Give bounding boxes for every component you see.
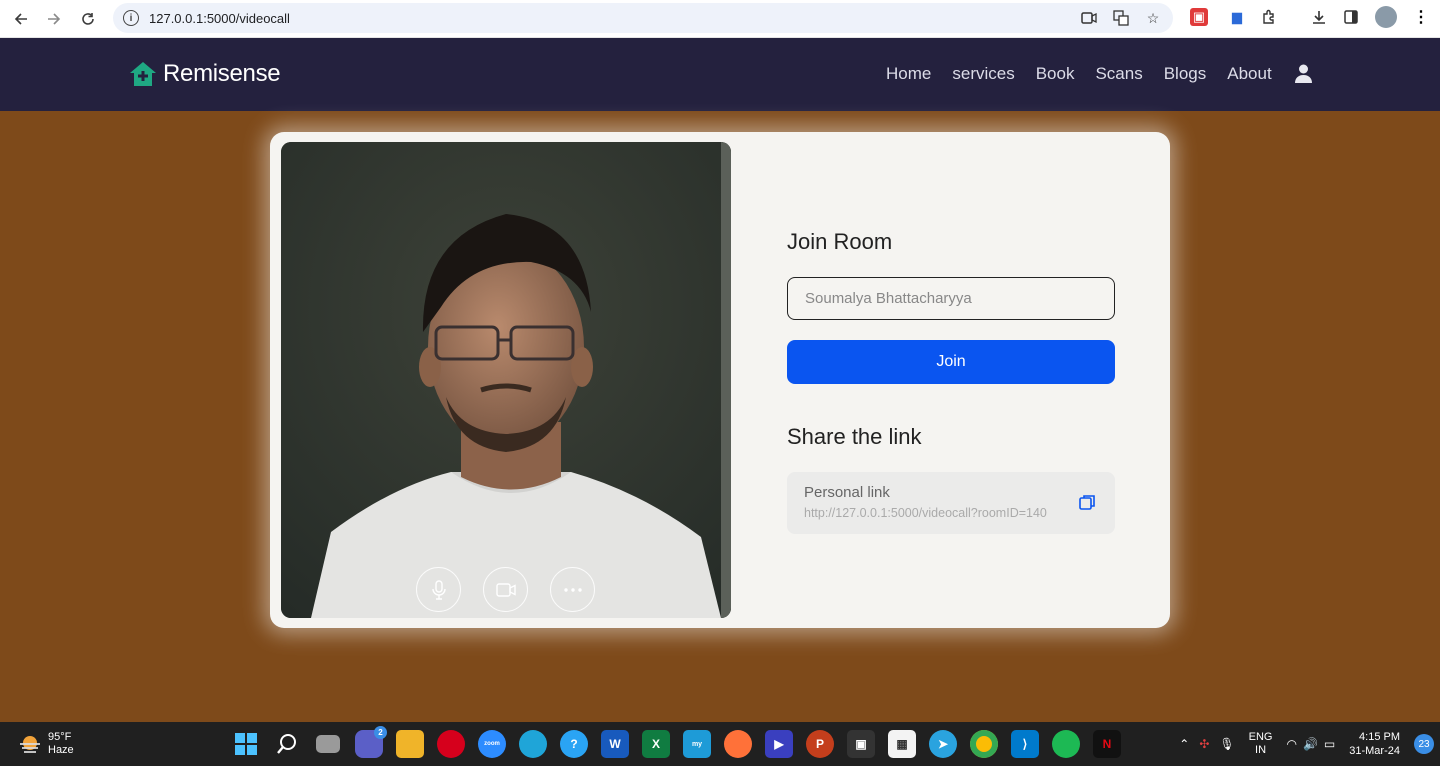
weather-temp: 95°F — [48, 731, 72, 743]
telegram-icon[interactable]: ➤ — [929, 730, 957, 758]
nav-blogs[interactable]: Blogs — [1164, 64, 1207, 84]
local-video-preview — [281, 142, 731, 618]
name-input[interactable] — [787, 277, 1115, 320]
share-link-heading: Share the link — [787, 424, 922, 449]
tray-overflow-icon[interactable]: ⌃ — [1179, 737, 1189, 751]
myapp-icon[interactable]: my — [683, 730, 711, 758]
browser-menu-icon[interactable]: ⋮ — [1410, 6, 1432, 28]
clock-date: 31-Mar-24 — [1349, 745, 1400, 757]
zoom-icon[interactable]: zoom — [478, 730, 506, 758]
weather-widget[interactable]: 95°F Haze — [18, 731, 74, 757]
extension-screen-icon[interactable]: ▆ — [1226, 6, 1248, 28]
store-icon[interactable]: ▦ — [888, 730, 916, 758]
spotify-icon[interactable] — [1052, 730, 1080, 758]
task-view-icon[interactable] — [316, 735, 340, 753]
netflix-icon[interactable]: N — [1093, 730, 1121, 758]
nav-book[interactable]: Book — [1036, 64, 1075, 84]
copy-icon[interactable] — [1079, 494, 1096, 516]
extensions-puzzle-icon[interactable] — [1258, 6, 1280, 28]
brand-logo[interactable]: Remisense — [129, 60, 281, 88]
reload-icon[interactable] — [75, 6, 101, 32]
site-info-icon[interactable]: i — [123, 10, 139, 26]
brand-name: Remisense — [163, 60, 281, 87]
nav-scans[interactable]: Scans — [1095, 64, 1142, 84]
mic-icon — [431, 579, 446, 600]
media-app-icon[interactable]: ▶ — [765, 730, 793, 758]
camera-toggle-button[interactable] — [483, 567, 528, 612]
tray-mic-icon[interactable]: 🎙 — [1219, 737, 1234, 751]
file-explorer-icon[interactable] — [396, 730, 424, 758]
personal-link-url[interactable]: http://127.0.0.1:5000/videocall?roomID=1… — [804, 506, 1064, 520]
haze-icon — [20, 736, 40, 753]
firefox-icon[interactable] — [724, 730, 752, 758]
user-icon[interactable] — [1295, 64, 1312, 88]
excel-icon[interactable]: X — [642, 730, 670, 758]
nav-about[interactable]: About — [1227, 64, 1271, 84]
personal-link-box: Personal link http://127.0.0.1:5000/vide… — [787, 472, 1115, 534]
house-plus-icon — [130, 62, 156, 86]
dev-tool-icon[interactable]: ▣ — [847, 730, 875, 758]
help-icon[interactable]: ? — [560, 730, 588, 758]
bookmark-star-icon[interactable]: ☆ — [1143, 8, 1163, 28]
volume-icon[interactable]: 🔊 — [1303, 737, 1318, 751]
battery-icon[interactable]: ▭ — [1324, 737, 1335, 751]
weather-desc: Haze — [48, 744, 74, 756]
main-nav: Home services Book Scans Blogs About — [886, 64, 1272, 84]
language-indicator[interactable]: ENG IN — [1249, 731, 1273, 757]
clock[interactable]: 4:15 PM 31-Mar-24 — [1349, 730, 1400, 758]
windows-taskbar: 95°F Haze 2 zoom ? W X my ▶ P ▣ ▦ ➤ ⟩ N — [0, 722, 1440, 766]
video-controls — [416, 567, 595, 612]
join-room-heading: Join Room — [787, 229, 893, 254]
address-bar[interactable]: i 127.0.0.1:5000/videocall ☆ — [113, 3, 1173, 33]
more-options-button[interactable] — [550, 567, 595, 612]
teams-chat-icon[interactable]: 2 — [355, 726, 387, 758]
download-icon[interactable] — [1308, 6, 1330, 28]
back-icon[interactable] — [8, 6, 34, 32]
taskbar-apps: 2 zoom ? W X my ▶ P ▣ ▦ ➤ ⟩ N — [232, 726, 1121, 758]
side-panel-icon[interactable] — [1340, 6, 1362, 28]
translate-icon[interactable] — [1111, 8, 1131, 28]
camera-icon — [495, 582, 516, 597]
more-icon — [563, 587, 582, 592]
start-windows-icon[interactable] — [232, 730, 260, 758]
powerpoint-icon[interactable]: P — [806, 730, 834, 758]
search-icon[interactable] — [273, 730, 301, 758]
nav-services[interactable]: services — [952, 64, 1014, 84]
word-icon[interactable]: W — [601, 730, 629, 758]
notification-badge[interactable]: 23 — [1414, 734, 1434, 754]
join-button[interactable]: Join — [787, 340, 1115, 384]
wifi-icon[interactable]: ◠ — [1286, 737, 1296, 751]
edge-icon[interactable] — [519, 730, 547, 758]
site-header: Remisense Home services Book Scans Blogs… — [0, 38, 1440, 111]
chat-badge: 2 — [374, 726, 387, 739]
camera-permission-icon[interactable] — [1079, 8, 1099, 28]
personal-link-label: Personal link — [804, 484, 890, 501]
chrome-icon[interactable] — [970, 730, 998, 758]
clock-time: 4:15 PM — [1359, 731, 1400, 743]
mic-toggle-button[interactable] — [416, 567, 461, 612]
tray-app-icon[interactable]: ✣ — [1199, 737, 1209, 751]
browser-toolbar: i 127.0.0.1:5000/videocall ☆ ▣ ▆ ⋮ — [0, 0, 1440, 38]
forward-icon[interactable] — [41, 6, 67, 32]
nav-home[interactable]: Home — [886, 64, 931, 84]
language-top: ENG — [1248, 731, 1273, 743]
extension-pdf-icon[interactable]: ▣ — [1190, 8, 1208, 26]
system-tray: ⌃ ✣ 🎙 ENG IN ◠ 🔊 ▭ 4:15 PM 31-Mar-24 23 — [1179, 722, 1440, 766]
language-bottom: IN — [1255, 744, 1267, 756]
camera-feed-image — [281, 142, 731, 618]
url-text: 127.0.0.1:5000/videocall — [149, 10, 290, 26]
profile-avatar[interactable] — [1375, 6, 1397, 28]
vscode-icon[interactable]: ⟩ — [1011, 730, 1039, 758]
opera-icon[interactable] — [437, 730, 465, 758]
